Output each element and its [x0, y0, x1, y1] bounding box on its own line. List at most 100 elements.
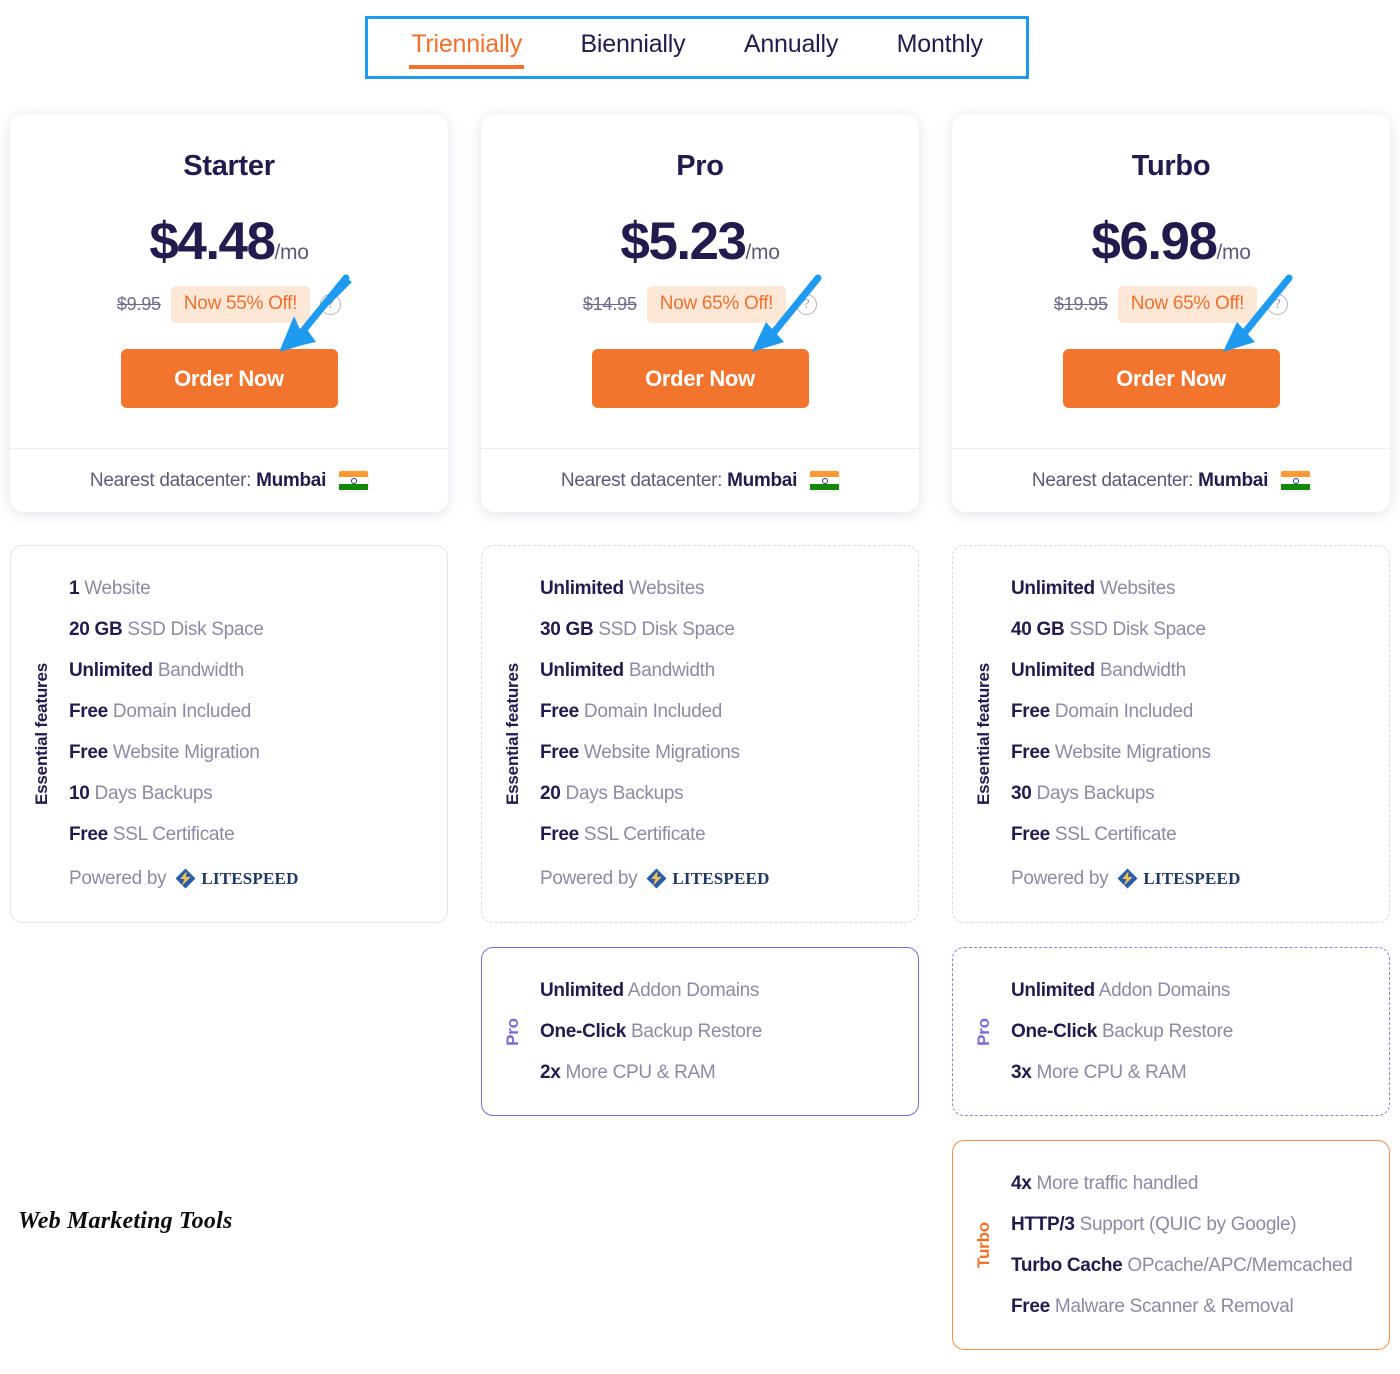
feature-item-highlight: 20 GB: [69, 619, 123, 640]
watermark: Web Marketing Tools: [18, 1208, 233, 1234]
litespeed-wordmark: LITESPEED: [201, 869, 299, 888]
turbo-features-box-turbo: Turbo 4x More traffic handled HTTP/3 Suppo…: [952, 1140, 1390, 1350]
feature-item-highlight: 40 GB: [1011, 619, 1065, 640]
essential-features-label-text-turbo: Essential features: [974, 663, 994, 805]
price-period-starter: /mo: [274, 241, 309, 264]
pro-features-list-turbo: Unlimited Addon Domains One-Click Backup …: [1011, 970, 1389, 1093]
price-row-starter: $4.48/mo: [10, 211, 448, 272]
powered-by-label-turbo: Powered by: [1011, 868, 1109, 889]
feature-item-highlight: 3x: [1011, 1062, 1032, 1083]
question-circle-icon[interactable]: ?: [1267, 294, 1289, 315]
litespeed-bolt-icon: [175, 868, 196, 889]
feature-item: 4x More traffic handled: [1011, 1173, 1199, 1194]
ashoka-chakra-icon: [1292, 477, 1299, 484]
essential-features-box-turbo: Essential features Unlimited Websites 40 G…: [952, 545, 1390, 923]
feature-item-highlight: Free: [1011, 1296, 1050, 1317]
order-now-button-starter[interactable]: Order Now: [120, 349, 338, 408]
question-circle-icon[interactable]: ?: [796, 294, 818, 315]
powered-by-row-pro: Powered by LITESPEED: [540, 855, 918, 900]
litespeed-bolt-icon: [1117, 868, 1138, 889]
billing-cycle-tabbar-region: Triennially Biennially Annually Monthly: [0, 0, 1400, 95]
feature-item-highlight: One-Click: [1011, 1021, 1097, 1042]
feature-item: Free Domain Included: [69, 701, 251, 722]
datacenter-city-starter: Mumbai: [256, 469, 327, 491]
feature-item: Unlimited Addon Domains: [1011, 980, 1231, 1001]
feature-item: Unlimited Bandwidth: [1011, 660, 1186, 681]
feature-item: Unlimited Websites: [1011, 578, 1176, 599]
litespeed-bolt-icon: [646, 868, 667, 889]
order-now-button-turbo[interactable]: Order Now: [1062, 349, 1280, 408]
feature-item-highlight: Free: [69, 824, 108, 845]
discount-row-turbo: $19.95 Now 65% Off!?: [952, 286, 1390, 323]
billing-tab-annually[interactable]: Annually: [742, 26, 840, 69]
feature-item: 30 Days Backups: [1011, 783, 1155, 804]
feature-item-highlight: HTTP/3: [1011, 1214, 1075, 1235]
feature-item: Free Website Migrations: [540, 742, 740, 763]
feature-item: One-Click Backup Restore: [1011, 1021, 1233, 1042]
india-flag-icon: [810, 470, 840, 491]
feature-item-highlight: Free: [540, 701, 579, 722]
litespeed-logo: LITESPEED: [1117, 868, 1240, 889]
feature-item-highlight: Unlimited: [1011, 980, 1095, 1001]
plan-name-starter: Starter: [183, 150, 275, 182]
feature-item-highlight: Unlimited: [1011, 578, 1095, 599]
feature-item-highlight: Turbo Cache: [1011, 1255, 1123, 1276]
discount-badge-pro: Now 65% Off!: [646, 286, 787, 323]
datacenter-city-pro: Mumbai: [727, 469, 798, 491]
feature-item: 20 GB SSD Disk Space: [69, 619, 264, 640]
billing-tab-triennially[interactable]: Triennially: [409, 26, 524, 69]
feature-item-highlight: 20: [540, 783, 561, 804]
billing-tab-monthly[interactable]: Monthly: [895, 26, 985, 69]
essential-features-label-text-pro: Essential features: [503, 663, 523, 805]
litespeed-wordmark: LITESPEED: [1143, 869, 1241, 888]
order-now-button-pro[interactable]: Order Now: [591, 349, 809, 408]
pricing-card-pro: Pro $5.23/mo $14.95 Now 65% Off!? Order Now N…: [481, 114, 919, 512]
feature-item: Free Website Migrations: [1011, 742, 1211, 763]
feature-item-highlight: 1: [69, 578, 80, 599]
pricing-cards-row: Starter $4.48/mo $9.95 Now 55% Off!? Order N…: [0, 114, 1400, 512]
feature-item-highlight: Free: [1011, 742, 1050, 763]
pro-features-box-turbo: Pro Unlimited Addon Domains One-Click Back…: [952, 947, 1390, 1116]
feature-item: 30 GB SSD Disk Space: [540, 619, 735, 640]
essential-features-list-pro: Unlimited Websites 30 GB SSD Disk Space Un…: [540, 568, 918, 900]
original-price-pro: $14.95: [582, 294, 637, 314]
powered-by-row-starter: Powered by LITESPEED: [69, 855, 447, 900]
pricing-card-turbo: Turbo $6.98/mo $19.95 Now 65% Off!? Order No…: [952, 114, 1390, 512]
essential-features-label-text-starter: Essential features: [32, 663, 52, 805]
feature-item-highlight: Unlimited: [540, 578, 624, 599]
pricing-card-starter: Starter $4.48/mo $9.95 Now 55% Off!? Order N…: [10, 114, 448, 512]
price-row-turbo: $6.98/mo: [952, 211, 1390, 272]
question-circle-icon[interactable]: ?: [320, 294, 342, 315]
ashoka-chakra-icon: [350, 477, 357, 484]
turbo-features-list-turbo: 4x More traffic handled HTTP/3 Support (Q…: [1011, 1163, 1389, 1327]
billing-cycle-tabbar[interactable]: Triennially Biennially Annually Monthly: [365, 16, 1029, 79]
litespeed-wordmark: LITESPEED: [672, 869, 770, 888]
essential-features-label-turbo: Essential features: [973, 546, 995, 922]
price-amount-pro: $5.23: [620, 212, 747, 271]
feature-column-pro: Essential features Unlimited Websites 30 G…: [481, 545, 919, 1140]
feature-item-highlight: Unlimited: [1011, 660, 1095, 681]
pro-features-box-pro: Pro Unlimited Addon Domains One-Click Back…: [481, 947, 919, 1116]
feature-item: Free Domain Included: [540, 701, 722, 722]
plan-name-turbo: Turbo: [1131, 150, 1211, 182]
datacenter-text-turbo: Nearest datacenter: Mumbai: [1031, 469, 1269, 491]
litespeed-logo: LITESPEED: [646, 868, 769, 889]
feature-item-highlight: 4x: [1011, 1173, 1032, 1194]
feature-item: 2x More CPU & RAM: [540, 1062, 716, 1083]
discount-row-pro: $14.95 Now 65% Off!?: [481, 286, 919, 323]
datacenter-row-starter: Nearest datacenter: Mumbai: [10, 449, 448, 512]
india-flag-icon: [339, 470, 369, 491]
feature-item-highlight: Free: [69, 742, 108, 763]
feature-item-highlight: 30: [1011, 783, 1032, 804]
pro-features-list-pro: Unlimited Addon Domains One-Click Backup …: [540, 970, 918, 1093]
billing-tab-biennially[interactable]: Biennially: [578, 26, 687, 69]
datacenter-row-pro: Nearest datacenter: Mumbai: [481, 449, 919, 512]
essential-features-label-pro: Essential features: [502, 546, 524, 922]
price-period-pro: /mo: [745, 241, 780, 264]
essential-features-label-starter: Essential features: [31, 546, 53, 922]
feature-item: Free Website Migration: [69, 742, 260, 763]
feature-item-highlight: Unlimited: [540, 660, 624, 681]
powered-by-row-turbo: Powered by LITESPEED: [1011, 855, 1389, 900]
original-price-starter: $9.95: [116, 294, 161, 314]
feature-columns-row: Essential features 1 Website 20 GB SSD Dis…: [0, 545, 1400, 1374]
